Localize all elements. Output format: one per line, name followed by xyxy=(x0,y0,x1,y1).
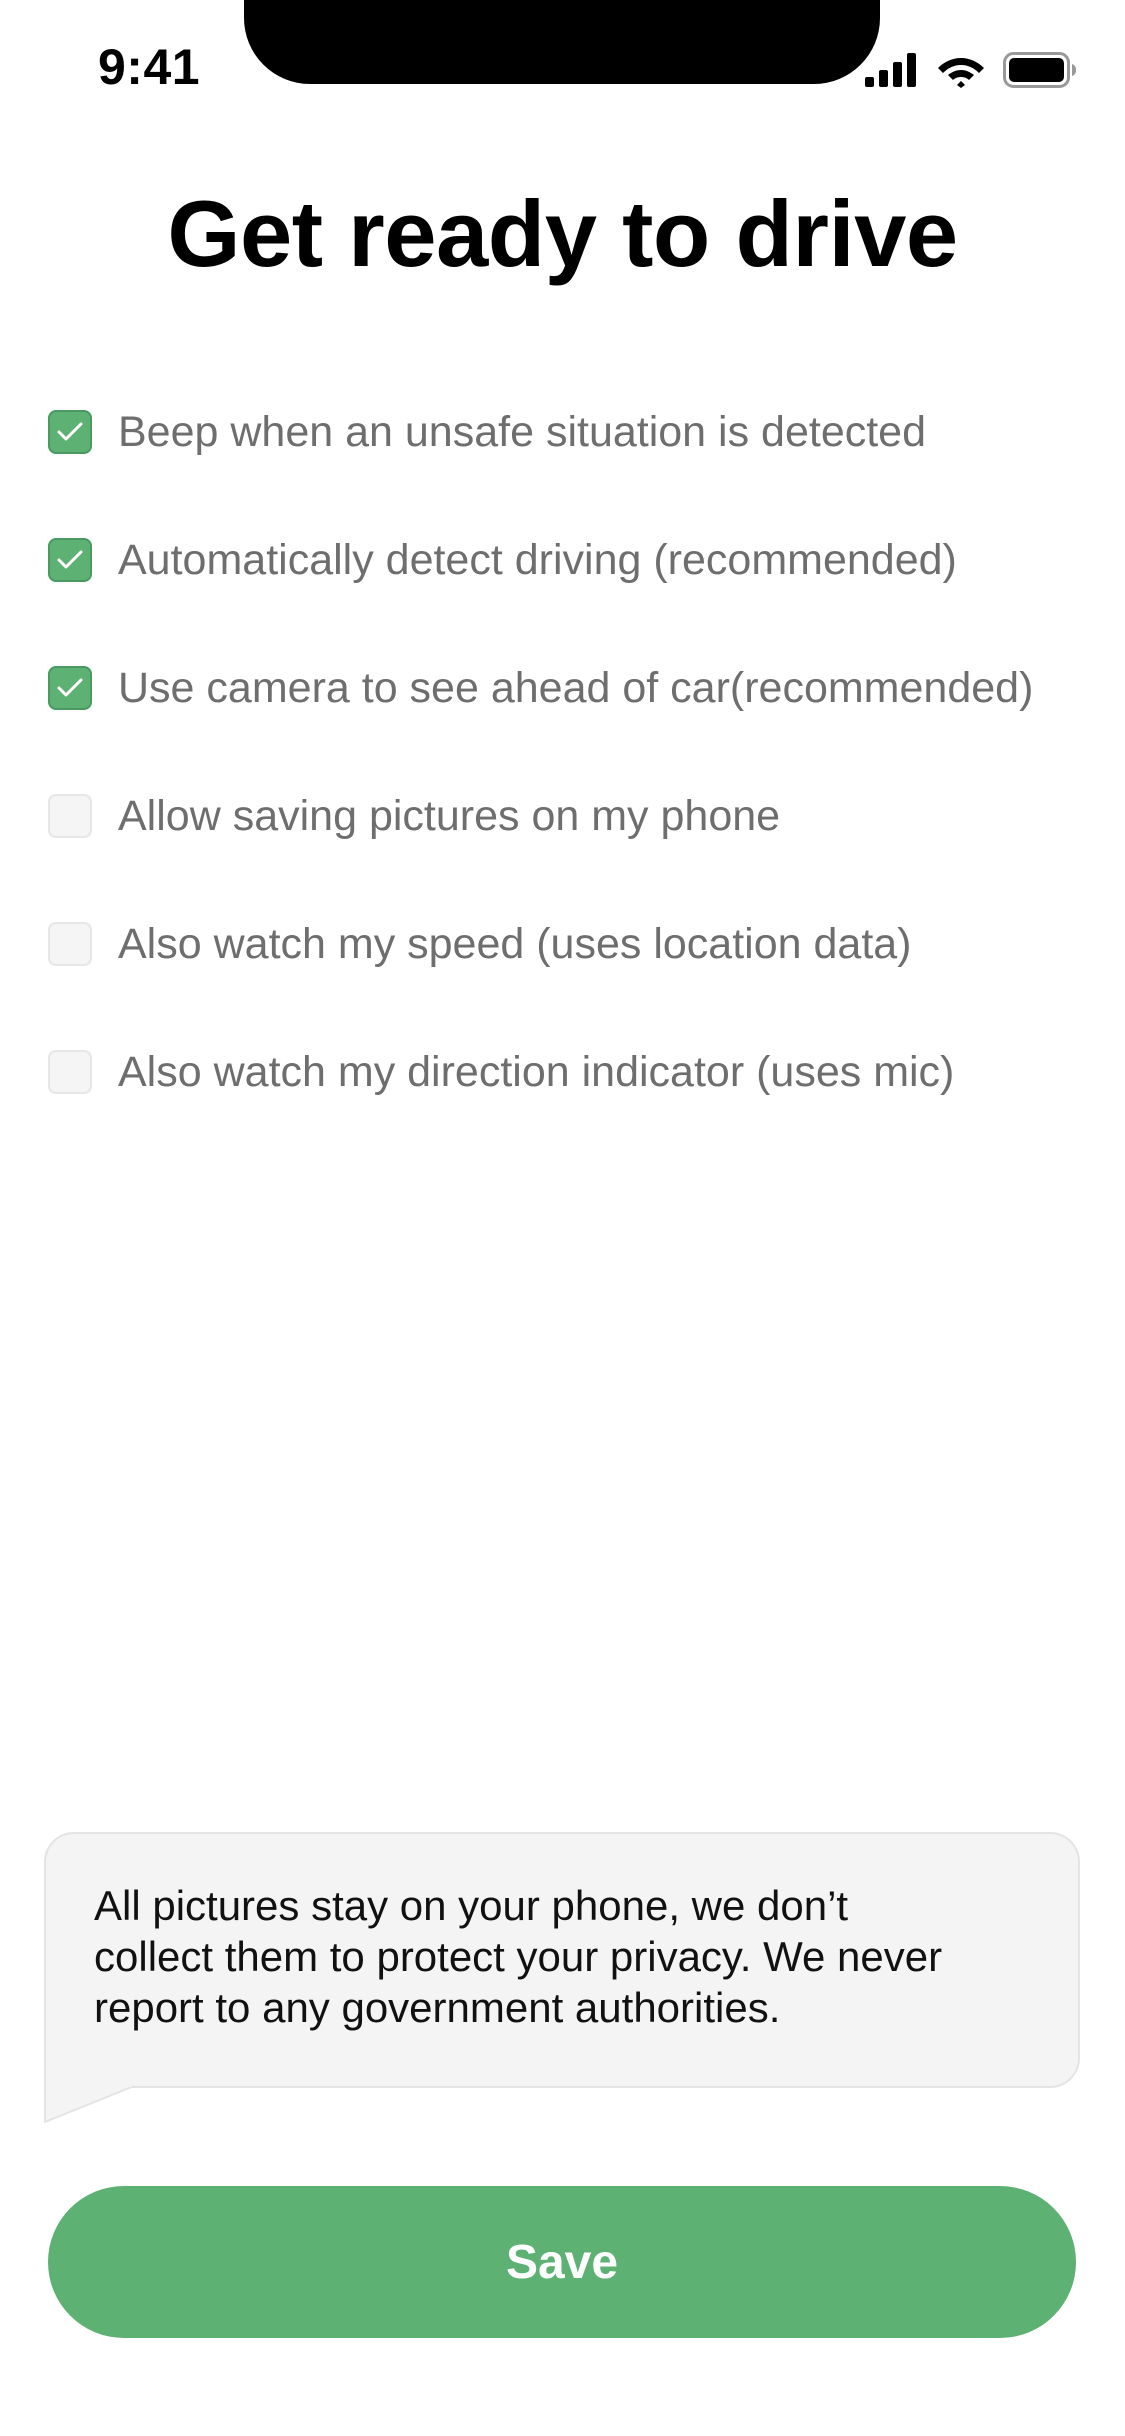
status-time: 9:41 xyxy=(98,39,201,95)
checkbox[interactable] xyxy=(48,410,92,454)
option-beep-unsafe[interactable]: Beep when an unsafe situation is detecte… xyxy=(48,400,1108,464)
option-watch-direction-indicator[interactable]: Also watch my direction indicator (uses … xyxy=(48,1040,1108,1104)
option-auto-detect-driving[interactable]: Automatically detect driving (recommende… xyxy=(48,528,1108,592)
privacy-info-line: All pictures stay on your phone, we don’… xyxy=(94,1882,849,1929)
option-label: Use camera to see ahead of car(recommend… xyxy=(118,663,1034,712)
option-label: Also watch my direction indicator (uses … xyxy=(118,1047,955,1096)
checkmark-icon xyxy=(57,550,83,569)
checkbox[interactable] xyxy=(48,794,92,838)
option-watch-speed[interactable]: Also watch my speed (uses location data) xyxy=(48,912,1108,976)
checkmark-icon xyxy=(57,422,83,441)
status-bar: 9:41 xyxy=(0,0,1125,132)
option-allow-saving-pictures[interactable]: Allow saving pictures on my phone xyxy=(48,784,1108,848)
battery-icon xyxy=(1003,52,1076,88)
checkbox[interactable] xyxy=(48,538,92,582)
option-label: Allow saving pictures on my phone xyxy=(118,791,781,840)
option-label: Automatically detect driving (recommende… xyxy=(118,535,957,584)
status-icons xyxy=(865,50,1077,90)
checkmark-icon xyxy=(57,678,83,697)
bubble-tail xyxy=(44,2084,135,2123)
device-notch xyxy=(244,0,880,84)
option-label: Also watch my speed (uses location data) xyxy=(118,919,912,968)
option-use-camera[interactable]: Use camera to see ahead of car(recommend… xyxy=(48,656,1108,720)
privacy-info-bubble: All pictures stay on your phone, we don’… xyxy=(44,1832,1080,2088)
option-label: Beep when an unsafe situation is detecte… xyxy=(118,407,927,456)
page-title: Get ready to drive xyxy=(167,181,958,286)
wifi-icon xyxy=(938,58,984,88)
checkbox[interactable] xyxy=(48,666,92,710)
privacy-info-text: All pictures stay on your phone, we don’… xyxy=(94,1880,1054,2033)
privacy-info-line: report to any government authorities. xyxy=(94,1984,781,2031)
privacy-info-line: collect them to protect your privacy. We… xyxy=(94,1933,943,1980)
checkbox[interactable] xyxy=(48,1050,92,1094)
checkbox[interactable] xyxy=(48,922,92,966)
save-button[interactable]: Save xyxy=(48,2186,1076,2338)
cellular-signal-icon xyxy=(865,53,916,87)
